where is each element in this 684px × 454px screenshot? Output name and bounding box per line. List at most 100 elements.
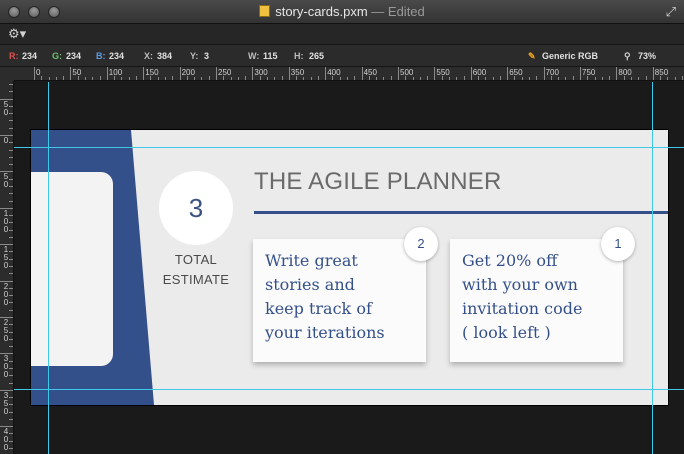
artboard[interactable]: 3 TOTAL ESTIMATE THE AGILE PLANNER Write… [31,130,668,405]
green-label: G: [52,51,62,61]
ruler-label: 250 [218,68,232,77]
vertical-ruler[interactable]: 5 0 0 5 0 1 0 0 1 5 0 2 0 0 2 5 0 3 0 0 3 5 0 4 0… [0,81,14,454]
ruler-label: 5 0 [3,99,9,117]
ruler-tick [9,193,13,195]
ruler-tick [281,76,283,80]
ruler-label: 150 [145,68,159,77]
ruler-tick [9,346,13,348]
guide-vertical[interactable] [652,82,653,454]
ruler-tick [9,164,13,166]
ruler-tick [470,67,472,80]
ruler-tick [434,67,436,80]
ruler-tick [572,76,574,80]
eyedropper-icon: ✎ [528,51,536,61]
ruler-tick [48,77,50,80]
guide-horizontal[interactable] [14,147,684,148]
ruler-label: 350 [290,68,305,77]
ruler-label: 600 [472,68,487,77]
ruler-tick [347,77,349,80]
ruler-tick [339,77,341,80]
title-bar: story-cards.pxm — Edited ⤢ [0,0,684,24]
ruler-tick [135,76,137,80]
x-label: X: [144,51,153,61]
ruler-tick [245,76,247,80]
ruler-tick [9,91,13,93]
ruler-tick [230,77,232,80]
red-label: R: [9,51,19,61]
ruler-tick [674,77,676,80]
ruler-tick [9,418,13,420]
ruler-tick [55,77,57,80]
ruler-tick [361,67,363,80]
estimate-circle: 3 [159,171,233,245]
ruler-tick [652,67,654,80]
ruler-tick [9,84,13,86]
zoom-level[interactable]: 73% [638,51,656,61]
ruler-label: 2 0 0 [3,281,9,307]
story-card: Write great stories and keep track of yo… [253,227,438,362]
ruler-tick [41,76,43,80]
ruler-tick [507,67,509,80]
ruler-tick [376,77,378,80]
estimate-label-total: TOTAL [174,252,218,267]
ruler-tick [667,77,669,80]
ruler-tick [84,77,86,80]
red-value: 234 [22,51,38,61]
ruler-tick [99,76,101,80]
ruler-label: 850 [654,68,669,77]
ruler-tick [645,76,647,80]
ruler-tick [9,200,13,202]
planner-heading: THE AGILE PLANNER [254,168,502,195]
ruler-tick [609,76,611,80]
ruler-tick [288,67,290,80]
ruler-tick [34,67,35,80]
ruler-tick [106,67,108,80]
ruler-tick [580,67,581,80]
ruler-tick [92,77,94,80]
ruler-tick [594,77,596,80]
document-status: Edited [387,4,425,19]
ruler-tick [398,67,399,80]
story-card-badge: 1 [601,227,635,261]
color-profile[interactable]: Generic RGB [542,51,598,61]
ruler-label: 4 0 0 [3,427,9,453]
ruler-tick [558,77,560,80]
ruler-label: 3 5 0 [3,390,9,416]
y-label: Y: [190,51,199,61]
ruler-tick [499,76,501,80]
ruler-tick [9,149,13,151]
story-card: Get 20% off with your own invitation cod… [450,227,635,362]
story-card-text: Write great stories and keep track of yo… [265,251,385,342]
height-value: 265 [309,51,325,61]
ruler-tick [630,77,632,80]
ruler-corner [0,67,14,81]
ruler-tick [317,76,319,80]
ruler-label: 1 0 0 [3,208,9,234]
pixelmator-window: story-cards.pxm — Edited ⤢ ⚙▾ R: 234 G: … [0,0,684,454]
estimate-label-estimate: ESTIMATE [162,272,230,287]
ruler-tick [157,77,159,80]
ruler-tick [9,273,13,275]
horizontal-ruler[interactable]: 0 50 100 150 200 250 300 350 400 450 500 550 600 650 7… [14,67,684,81]
ruler-label: 3 0 0 [3,354,9,380]
ruler-label: 800 [618,68,632,77]
ruler-tick [616,67,618,80]
guide-horizontal[interactable] [14,389,684,390]
fullscreen-icon[interactable]: ⤢ [666,4,676,20]
ruler-label: 100 [108,68,123,77]
ruler-tick [492,77,494,80]
ruler-tick [63,76,65,80]
ruler-label: 450 [363,68,377,77]
ruler-label: 500 [400,68,414,77]
ruler-tick [463,76,465,80]
green-value: 234 [66,51,82,61]
ruler-label: 550 [436,68,450,77]
story-card-badge: 2 [404,227,438,261]
ruler-tick [529,77,531,80]
ruler-label: 650 [509,68,523,77]
estimate-number: 3 [188,193,204,223]
guide-vertical[interactable] [48,82,49,454]
gear-icon[interactable]: ⚙▾ [8,26,26,42]
ruler-tick [601,77,603,80]
x-value: 384 [157,51,173,61]
